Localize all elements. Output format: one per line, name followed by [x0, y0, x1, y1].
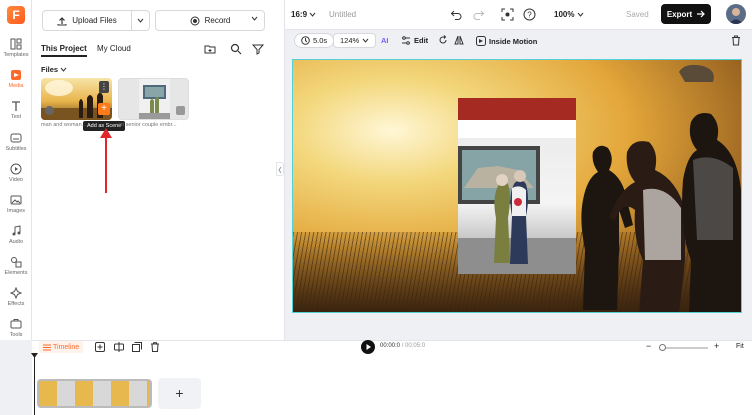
add-as-scene-plus-icon[interactable]: + — [98, 103, 110, 115]
chevron-down-icon — [309, 12, 316, 17]
time-display: 00:00:0 / 00:05:0 — [380, 343, 426, 349]
zoom-out-button[interactable]: − — [646, 341, 651, 351]
app-logo[interactable]: F — [7, 6, 25, 24]
sidebar-item-media[interactable]: Media — [0, 69, 32, 99]
avatar-image — [729, 8, 743, 24]
duplicate-icon[interactable] — [132, 342, 142, 352]
sidebar-item-video[interactable]: Video — [0, 163, 32, 193]
timeline-clip[interactable] — [37, 379, 152, 408]
templates-icon — [10, 38, 22, 50]
rotate-icon[interactable] — [438, 35, 448, 45]
zoom-in-button[interactable]: + — [714, 341, 719, 351]
sidebar-item-subtitles[interactable]: Subtitles — [0, 132, 32, 162]
tools-icon — [10, 319, 22, 329]
svg-text:?: ? — [527, 11, 532, 20]
upload-icon — [57, 16, 67, 25]
files-dropdown[interactable]: Files — [41, 65, 67, 74]
record-button[interactable]: Record — [155, 10, 265, 31]
flip-icon[interactable] — [454, 35, 464, 45]
save-status: Saved — [626, 10, 649, 19]
undo-icon[interactable] — [450, 8, 463, 21]
audio-icon — [12, 225, 21, 236]
media-icon — [11, 70, 21, 80]
help-icon[interactable]: ? — [523, 8, 536, 21]
annotation-arrow-line — [105, 133, 107, 193]
user-avatar[interactable] — [726, 4, 746, 24]
effects-icon — [10, 287, 22, 299]
scale-dropdown[interactable]: 124% — [333, 33, 377, 48]
chevron-down-icon — [362, 38, 369, 43]
play-icon — [366, 344, 371, 350]
playhead[interactable] — [34, 356, 35, 415]
thumbnail-more-options-icon[interactable]: ⋮ — [99, 81, 109, 93]
sliders-icon — [402, 36, 410, 45]
screen-capture-icon[interactable] — [501, 8, 514, 21]
timeline-toggle[interactable]: Timeline — [39, 341, 84, 353]
play-button[interactable] — [361, 340, 375, 354]
tab-this-project[interactable]: This Project — [41, 44, 87, 57]
thumbnail-caption-1: man and woman... — [41, 122, 87, 128]
arrow-right-icon — [697, 10, 706, 18]
timeline-icon — [43, 344, 51, 350]
video-icon — [10, 163, 22, 175]
trash-icon[interactable] — [731, 35, 741, 46]
ai-icon: AI — [381, 36, 389, 45]
search-icon[interactable] — [229, 42, 243, 56]
sidebar-item-audio[interactable]: Audio — [0, 225, 32, 255]
zoom-dropdown[interactable]: 100% — [554, 10, 584, 19]
new-folder-icon[interactable] — [203, 42, 217, 56]
add-clip-icon[interactable] — [95, 342, 105, 352]
timeline-zoom-slider-handle[interactable] — [659, 344, 666, 351]
chevron-left-icon — [278, 166, 282, 174]
sidebar-item-images[interactable]: Images — [0, 194, 32, 224]
aspect-ratio-dropdown[interactable]: 16:9 — [291, 10, 316, 19]
fit-button[interactable]: Fit — [736, 343, 744, 350]
edit-button[interactable]: Edit — [401, 36, 428, 45]
add-scene-button[interactable]: + — [158, 378, 201, 409]
chevron-down-icon — [60, 67, 67, 72]
video-canvas[interactable] — [292, 59, 742, 313]
chevron-down-icon — [577, 12, 584, 17]
sidebar-item-effects[interactable]: Effects — [0, 287, 32, 317]
duration-control[interactable]: 5.0s — [294, 33, 335, 48]
split-icon[interactable] — [114, 342, 124, 352]
timeline-zoom-slider[interactable] — [660, 347, 708, 349]
sidebar-item-templates[interactable]: Templates — [0, 38, 32, 68]
collapse-panel-handle[interactable] — [276, 162, 284, 176]
senior-couple-image — [458, 98, 576, 274]
sidebar-item-tools[interactable]: Tools — [0, 318, 32, 348]
video-type-icon — [45, 106, 54, 115]
text-icon — [12, 101, 20, 111]
export-button[interactable]: Export — [661, 4, 711, 24]
upload-options-chevron[interactable] — [131, 11, 149, 30]
inside-motion-button[interactable]: Inside Motion — [476, 36, 537, 46]
project-title[interactable]: Untitled — [329, 10, 356, 19]
senior-couple-photo[interactable] — [458, 98, 576, 274]
redo-icon[interactable] — [472, 8, 485, 21]
clock-icon — [301, 36, 310, 45]
chevron-down-icon — [251, 16, 258, 21]
elements-icon — [11, 257, 22, 268]
chevron-down-icon — [137, 18, 144, 23]
tab-my-cloud[interactable]: My Cloud — [97, 44, 131, 53]
sidebar-item-text[interactable]: Text — [0, 100, 32, 130]
trash-icon[interactable] — [150, 342, 160, 352]
filter-icon[interactable] — [251, 42, 265, 56]
record-icon — [190, 16, 200, 25]
motion-icon — [476, 36, 486, 46]
subtitles-icon — [10, 133, 22, 143]
thumbnail-caption-2: an senior couple embr... — [118, 122, 177, 128]
sidebar-item-elements[interactable]: Elements — [0, 256, 32, 286]
images-icon — [10, 195, 22, 205]
upload-files-button[interactable]: Upload Files — [42, 10, 150, 31]
checkbox-icon[interactable] — [176, 106, 185, 115]
ai-tools-button[interactable]: AI — [381, 36, 389, 45]
